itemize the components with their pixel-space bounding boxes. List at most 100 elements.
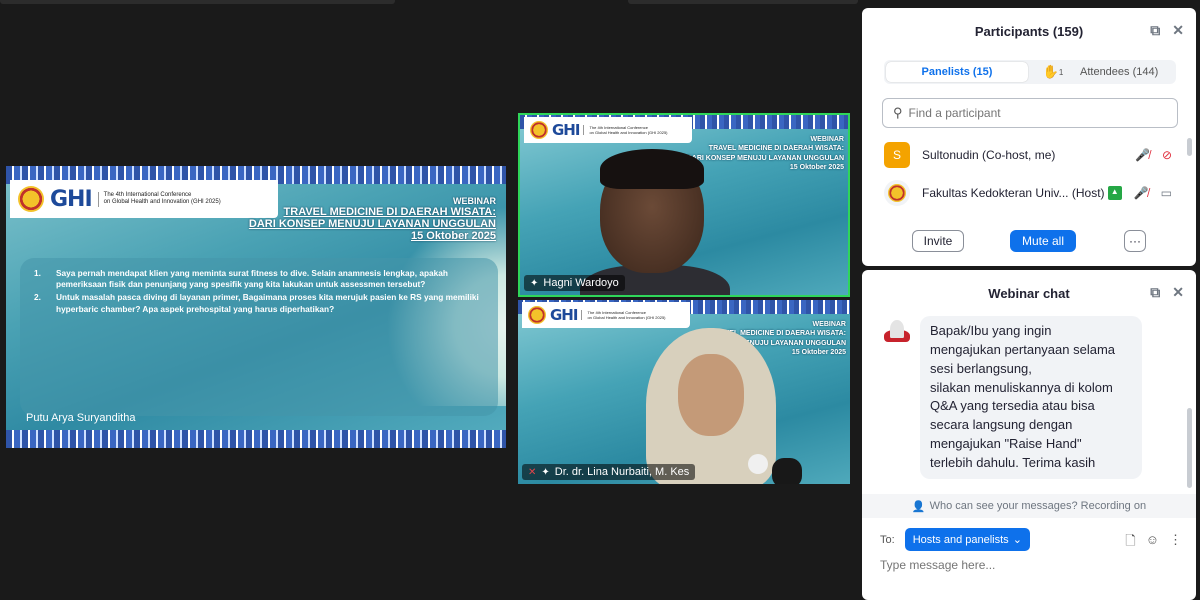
invite-button[interactable]: Invite xyxy=(912,230,964,252)
mic-muted-icon[interactable]: 🎤̸ xyxy=(1134,186,1149,200)
video-off-icon[interactable]: ⊘ xyxy=(1162,148,1172,162)
conference-line2: on Global Health and Innovation (GHI 202… xyxy=(103,199,221,205)
participant-name-text: Fakultas Kedokteran Univ... xyxy=(922,186,1069,200)
webinar-label: WEBINAR xyxy=(810,136,844,143)
mute-all-button[interactable]: Mute all xyxy=(1010,230,1076,252)
chat-line: secara langsung dengan xyxy=(930,417,1073,433)
close-icon[interactable]: ✕ xyxy=(1172,284,1184,301)
hand-icon: ✋ xyxy=(1042,64,1059,79)
chat-scrollbar[interactable] xyxy=(1187,408,1192,488)
chat-line: sesi berlangsung, xyxy=(930,360,1032,376)
participant-status: ▲ 🎤̸ ▭ xyxy=(1107,186,1172,200)
conference-text: The 4th International Conference on Globa… xyxy=(583,125,668,135)
to-label: To: xyxy=(880,533,895,546)
question-asker: Putu Arya Suryanditha xyxy=(26,412,136,424)
search-input[interactable] xyxy=(908,106,1169,120)
dark-object xyxy=(772,458,802,484)
chat-message: Bapak/Ibu yang ingin mengajukan pertanya… xyxy=(862,316,1196,479)
tab-attendees[interactable]: Attendees (144) xyxy=(1080,66,1158,78)
questions-box: 1. Saya pernah mendapat klien yang memint… xyxy=(20,258,498,416)
video-tile-speaker[interactable]: GHI The 4th International Conference on G… xyxy=(518,113,850,297)
question-item: 1. Saya pernah mendapat klien yang memint… xyxy=(34,268,484,290)
participant-name: Fakultas Kedokteran Univ... (Host) xyxy=(922,186,1105,200)
ghi-logo: GHI xyxy=(550,306,578,324)
participant-list: S Sultonudin (Co-host, me) 🎤̸ ⊘ Fakultas… xyxy=(862,136,1196,212)
ghi-logo-text: GHI xyxy=(552,121,580,139)
more-button[interactable]: ··· xyxy=(1124,230,1146,252)
chat-line: silakan menuliskannya di kolom xyxy=(930,379,1113,395)
avatar xyxy=(884,180,910,206)
emoji-icon[interactable]: ☺ xyxy=(1146,532,1159,554)
person-hair xyxy=(600,149,704,189)
person-brooch xyxy=(748,454,768,474)
avatar: S xyxy=(884,142,910,168)
video-name: Hagni Wardoyo xyxy=(543,277,619,289)
popout-icon[interactable]: ⧉ xyxy=(1150,284,1160,301)
participants-title: Participants (159) xyxy=(974,23,1084,39)
file-icon[interactable]: 🗋 xyxy=(1125,532,1135,554)
more-icon[interactable]: ⋮ xyxy=(1169,532,1182,554)
avatar-face xyxy=(890,320,904,338)
close-icon[interactable]: ✕ xyxy=(1172,22,1184,39)
participant-row[interactable]: Fakultas Kedokteran Univ... (Host) ▲ 🎤̸ … xyxy=(862,174,1196,212)
slide-ornament-bottom xyxy=(6,430,506,448)
question-number: 1. xyxy=(34,268,41,278)
question-text: Untuk masalah pasca diving di layanan pr… xyxy=(56,292,479,314)
video-name: Dr. dr. Lina Nurbaiti, M. Kes xyxy=(554,466,690,478)
ghi-logo: GHI xyxy=(50,187,93,212)
chat-line: Q&A yang tersedia atau bisa xyxy=(930,398,1095,414)
chat-line: mengajukan "Raise Hand" xyxy=(930,436,1082,452)
chat-tools: 🗋 ☺ ⋮ xyxy=(1125,532,1182,554)
tab-panelists[interactable]: Panelists (15) xyxy=(886,62,1028,82)
conference-text: The 4th International Conference on Globa… xyxy=(581,310,666,320)
participant-role: (Host) xyxy=(1071,186,1105,200)
slide-logo-box: GHI The 4th International Conference on … xyxy=(10,180,278,218)
university-logo xyxy=(18,186,44,212)
mic-muted-icon: ✕ xyxy=(528,466,537,478)
conference-line2: on Global Health and Innovation (GHI 202… xyxy=(589,130,668,135)
participant-search[interactable]: ⚲ xyxy=(882,98,1178,128)
video-icon[interactable]: ▭ xyxy=(1161,186,1172,200)
university-logo xyxy=(530,121,548,139)
chat-input[interactable] xyxy=(880,558,1170,572)
university-logo xyxy=(888,184,906,202)
participants-scrollbar[interactable] xyxy=(1187,138,1192,156)
shared-screen-area: GHI The 4th International Conference on … xyxy=(0,8,858,600)
participant-name: Sultonudin (Co-host, me) xyxy=(922,148,1056,162)
mic-muted-icon[interactable]: 🎤̸ xyxy=(1135,148,1150,162)
video-nametag: ✦ Hagni Wardoyo xyxy=(524,275,625,291)
question-item: 2. Untuk masalah pasca diving di layanan … xyxy=(34,292,484,314)
video-nametag: ✕ ✦ Dr. dr. Lina Nurbaiti, M. Kes xyxy=(522,464,696,480)
webinar-title-line1: TRAVEL MEDICINE DI DAERAH WISATA: xyxy=(283,206,496,218)
video-tile-panelist[interactable]: GHI The 4th International Conference on G… xyxy=(518,300,850,484)
top-bar-segment xyxy=(0,0,395,4)
pin-icon: ✦ xyxy=(530,277,539,289)
participant-video-person xyxy=(638,328,802,484)
chat-header: Webinar chat ⧉ ✕ xyxy=(862,270,1196,316)
webinar-title-line2: DARI KONSEP MENUJU LAYANAN UNGGULAN xyxy=(248,218,496,230)
notice-text: Who can see your messages? Recording on xyxy=(929,500,1147,512)
video-logo-box: GHI The 4th International Conference on G… xyxy=(524,117,692,143)
question-number: 2. xyxy=(34,292,41,303)
avatar xyxy=(884,316,910,342)
chat-bubble: Bapak/Ibu yang ingin mengajukan pertanya… xyxy=(920,316,1142,479)
person-face xyxy=(678,354,744,436)
university-logo xyxy=(528,306,546,324)
participants-tabs: Panelists (15) ✋ 1 Attendees (144) xyxy=(884,60,1176,84)
participant-status: 🎤̸ ⊘ xyxy=(1135,148,1172,162)
chat-visibility-notice[interactable]: 👤 Who can see your messages? Recording o… xyxy=(862,494,1196,518)
questions-list: 1. Saya pernah mendapat klien yang memint… xyxy=(34,268,484,315)
chat-line: terlebih dahulu. Terima kasih xyxy=(930,454,1096,470)
conference-line1: The 4th International Conference xyxy=(103,191,192,198)
ghi-logo-text: GHI xyxy=(550,306,578,324)
participant-row[interactable]: S Sultonudin (Co-host, me) 🎤̸ ⊘ xyxy=(862,136,1196,174)
chat-actions: ⧉ ✕ xyxy=(1150,284,1184,301)
recipient-select[interactable]: Hosts and panelists ⌄ xyxy=(904,528,1030,551)
webinar-label: WEBINAR xyxy=(453,196,496,206)
video-logo-box: GHI The 4th International Conference on G… xyxy=(522,302,690,328)
search-icon: ⚲ xyxy=(893,105,903,120)
popout-icon[interactable]: ⧉ xyxy=(1150,22,1160,39)
top-bar-segment xyxy=(628,0,858,4)
screen-share-icon: ▲ xyxy=(1107,186,1122,200)
webinar-title: WEBINAR TRAVEL MEDICINE DI DAERAH WISATA… xyxy=(249,196,496,242)
